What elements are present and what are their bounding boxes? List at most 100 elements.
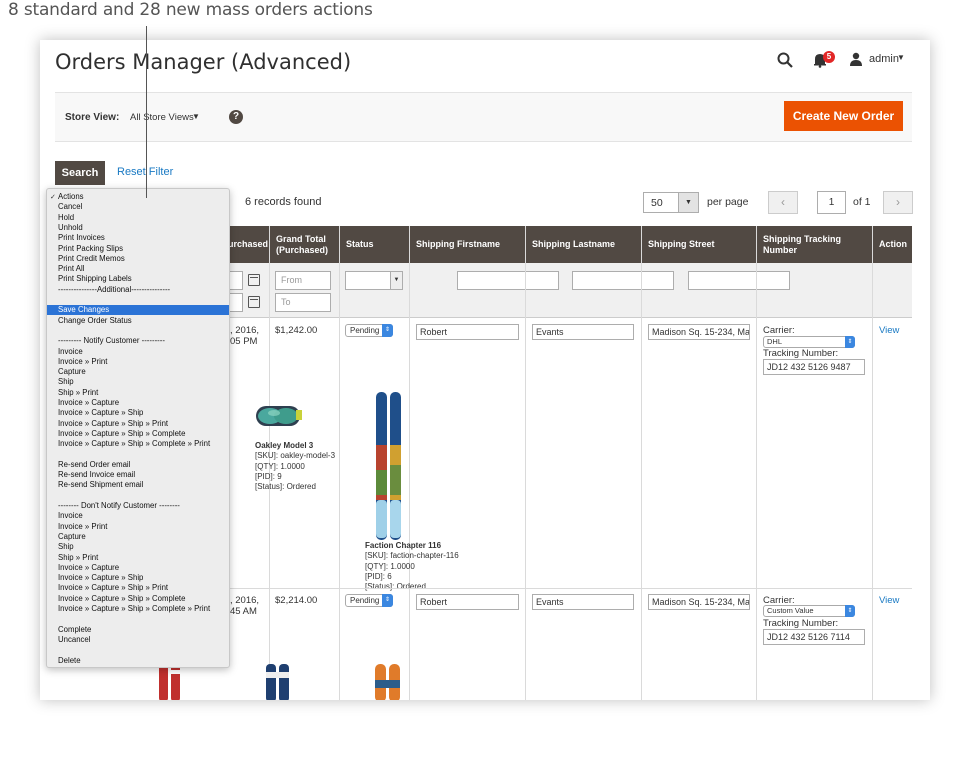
product-ski-image[interactable] — [265, 662, 291, 700]
actions-menu-item[interactable]: --------- Notify Customer --------- — [58, 336, 165, 345]
admin-menu[interactable]: admin — [869, 53, 899, 65]
status-filter-select[interactable]: ▼ — [345, 271, 403, 290]
actions-menu-item[interactable]: Ship » Print — [58, 388, 98, 397]
actions-menu-item[interactable]: Invoice » Capture — [58, 563, 119, 572]
column-grand-total[interactable]: Grand Total (Purchased) — [269, 226, 339, 263]
chevron-down-icon[interactable]: ⇕ — [845, 336, 855, 348]
lastname-filter-input[interactable] — [572, 271, 674, 290]
actions-menu-item[interactable]: Actions — [58, 192, 84, 201]
page-total: of 1 — [853, 196, 871, 208]
chevron-down-icon[interactable]: ⇕ — [382, 594, 393, 607]
previous-page-button[interactable]: ‹ — [768, 191, 798, 214]
actions-menu-item[interactable]: Print Credit Memos — [58, 254, 125, 263]
lastname-input[interactable]: Evants — [532, 594, 634, 610]
actions-menu-item[interactable]: Invoice » Capture » Ship » Complete » Pr… — [58, 604, 210, 613]
actions-menu-item[interactable]: Save Changes — [47, 305, 229, 316]
column-shipping-street[interactable]: Shipping Street — [641, 226, 756, 263]
chevron-down-icon[interactable]: ▼ — [678, 193, 698, 212]
records-count: 6 records found — [245, 196, 322, 208]
actions-menu-item[interactable]: Invoice — [58, 511, 83, 520]
view-link[interactable]: View — [879, 325, 899, 336]
actions-menu-item[interactable]: Invoice » Capture » Ship » Complete — [58, 594, 185, 603]
actions-menu-item[interactable]: Print Packing Slips — [58, 244, 123, 253]
actions-menu-item[interactable]: Re-send Shipment email — [58, 480, 143, 489]
firstname-input[interactable]: Robert — [416, 324, 519, 340]
actions-menu-item[interactable]: Invoice » Print — [58, 522, 107, 531]
total-from-input[interactable]: From — [275, 271, 331, 290]
actions-menu-item[interactable]: Hold — [58, 213, 74, 222]
actions-menu-item[interactable]: Invoice » Capture » Ship » Complete » Pr… — [58, 439, 210, 448]
actions-menu-item[interactable]: Print Invoices — [58, 233, 105, 242]
carrier-select[interactable]: DHL ⇕ — [763, 336, 855, 348]
firstname-filter-input[interactable] — [457, 271, 559, 290]
actions-menu-item[interactable]: Capture — [58, 367, 86, 376]
firstname-input[interactable]: Robert — [416, 594, 519, 610]
calendar-icon[interactable] — [248, 296, 260, 308]
oakley-goggles-image[interactable] — [254, 400, 302, 430]
carrier-select[interactable]: Custom Value ⇕ — [763, 605, 855, 617]
actions-menu-item[interactable]: Unhold — [58, 223, 83, 232]
chevron-down-icon[interactable]: ▼ — [897, 53, 905, 62]
tracking-label: Tracking Number: — [763, 618, 839, 629]
actions-menu-item[interactable]: Delete — [58, 656, 81, 665]
column-action: Action — [872, 226, 912, 263]
actions-menu[interactable]: Actions ✓ Cancel Hold Unhold Print Invoices Pr… — [46, 188, 230, 668]
user-icon[interactable] — [849, 52, 863, 66]
calendar-icon[interactable] — [248, 274, 260, 286]
help-icon[interactable]: ? — [229, 110, 243, 124]
chevron-down-icon[interactable]: ▼ — [192, 112, 200, 121]
actions-menu-item[interactable]: Ship » Print — [58, 553, 98, 562]
faction-skis-image[interactable]: FACT — [374, 390, 404, 542]
status-select[interactable]: Pending ⇕ — [345, 594, 393, 607]
store-view-select[interactable]: All Store Views — [130, 112, 194, 123]
view-link[interactable]: View — [879, 595, 899, 606]
actions-menu-item[interactable]: Invoice » Capture » Ship » Complete — [58, 429, 185, 438]
column-shipping-lastname[interactable]: Shipping Lastname — [525, 226, 641, 263]
actions-menu-item[interactable]: Invoice » Capture — [58, 398, 119, 407]
tracking-input[interactable]: JD12 432 5126 7114 — [763, 629, 865, 645]
product-ski-image[interactable] — [374, 662, 402, 700]
actions-menu-item[interactable]: Uncancel — [58, 635, 91, 644]
store-view-label: Store View: — [65, 112, 120, 123]
per-page-select[interactable]: 50 ▼ — [643, 192, 699, 213]
actions-menu-item[interactable]: Complete — [58, 625, 91, 634]
actions-menu-item[interactable]: ---------------Additional--------------- — [58, 285, 170, 294]
next-page-button[interactable]: › — [883, 191, 913, 214]
actions-menu-item[interactable]: Invoice » Capture » Ship » Print — [58, 583, 168, 592]
chevron-down-icon[interactable]: ⇕ — [382, 324, 393, 337]
column-status[interactable]: Status — [339, 226, 409, 263]
actions-menu-item[interactable]: Re-send Invoice email — [58, 470, 135, 479]
actions-menu-item[interactable]: Capture — [58, 532, 86, 541]
actions-menu-item[interactable]: Ship — [58, 377, 74, 386]
actions-menu-item[interactable]: Print Shipping Labels — [58, 274, 132, 283]
street-input[interactable]: Madison Sq. 15-234, Mar — [648, 594, 750, 610]
total-to-input[interactable]: To — [275, 293, 331, 312]
search-button[interactable]: Search — [55, 161, 105, 185]
create-new-order-button[interactable]: Create New Order — [784, 101, 903, 131]
page-input[interactable]: 1 — [817, 191, 846, 214]
checkmark-icon: ✓ — [50, 194, 56, 201]
actions-menu-item[interactable]: Re-send Order email — [58, 460, 130, 469]
tracking-input[interactable]: JD12 432 5126 9487 — [763, 359, 865, 375]
column-tracking-number[interactable]: Shipping Tracking Number — [756, 226, 872, 263]
actions-menu-item[interactable]: Change Order Status — [58, 316, 132, 325]
status-select[interactable]: Pending ⇕ — [345, 324, 393, 337]
chevron-down-icon[interactable]: ⇕ — [845, 605, 855, 617]
search-icon[interactable] — [777, 52, 793, 68]
actions-menu-item[interactable]: Invoice — [58, 347, 83, 356]
street-filter-input[interactable] — [688, 271, 790, 290]
actions-menu-item[interactable]: Cancel — [58, 202, 82, 211]
actions-menu-item[interactable]: -------- Don't Notify Customer -------- — [58, 501, 180, 510]
product-sku: [SKU]: faction-chapter-116 — [365, 551, 459, 561]
actions-menu-item[interactable]: Invoice » Capture » Ship — [58, 408, 143, 417]
actions-menu-item[interactable]: Invoice » Capture » Ship — [58, 573, 143, 582]
actions-menu-item[interactable]: Ship — [58, 542, 74, 551]
street-input[interactable]: Madison Sq. 15-234, Mar — [648, 324, 750, 340]
actions-menu-item[interactable]: Invoice » Capture » Ship » Print — [58, 419, 168, 428]
actions-menu-item[interactable]: Print All — [58, 264, 84, 273]
chevron-down-icon[interactable]: ▼ — [390, 272, 402, 289]
lastname-input[interactable]: Evants — [532, 324, 634, 340]
column-shipping-firstname[interactable]: Shipping Firstname — [409, 226, 525, 263]
actions-menu-item[interactable]: Invoice » Print — [58, 357, 107, 366]
purchased-time: 45 AM — [230, 606, 257, 617]
